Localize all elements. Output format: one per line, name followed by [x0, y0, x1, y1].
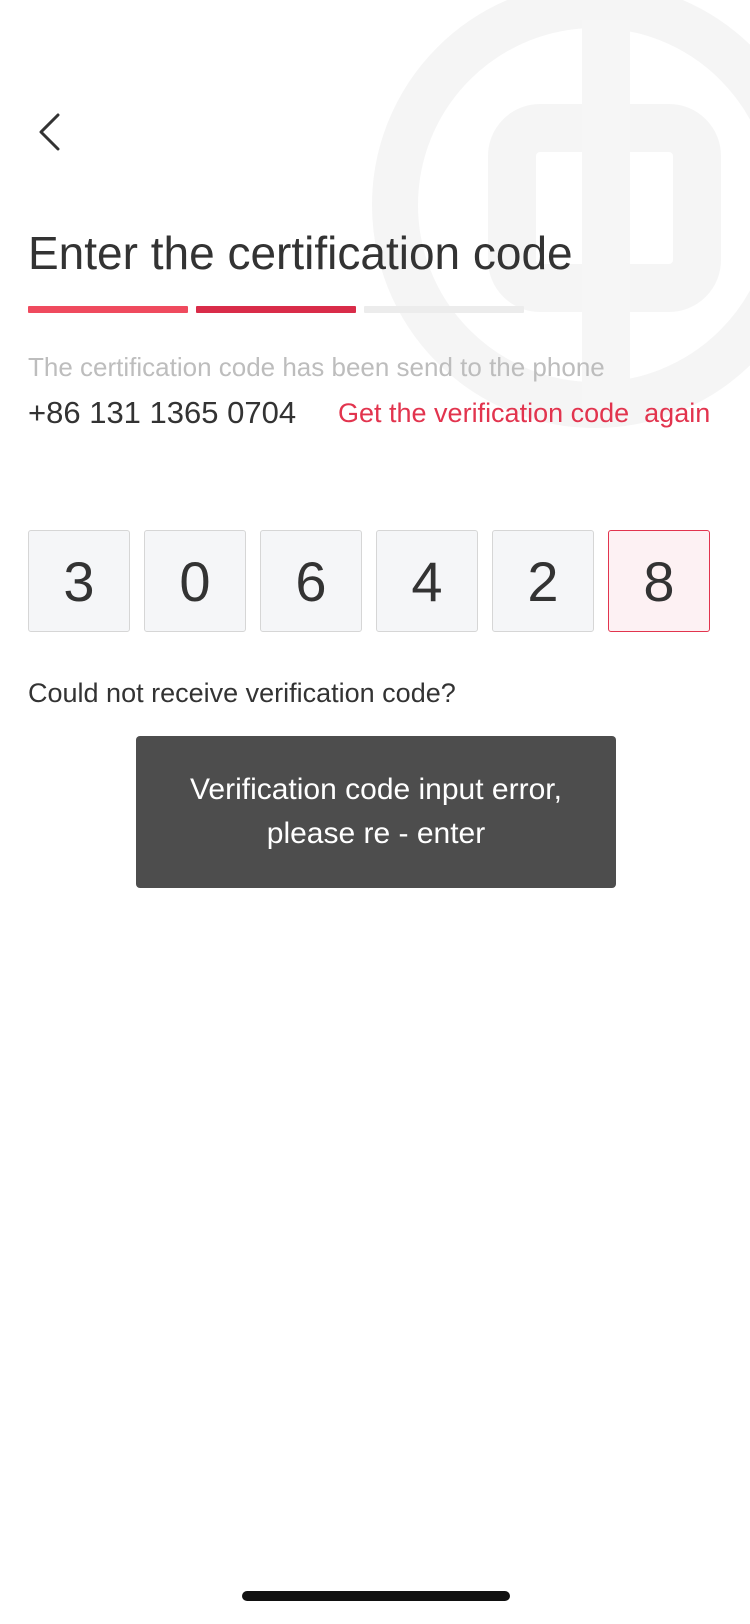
code-digit-box[interactable]: 8	[608, 530, 710, 632]
page-title: Enter the certification code	[28, 227, 573, 279]
code-digit-box[interactable]: 4	[376, 530, 478, 632]
home-indicator	[242, 1591, 510, 1601]
phone-number: +86 131 1365 0704	[28, 395, 297, 430]
code-digit-box[interactable]: 6	[260, 530, 362, 632]
progress-step-1	[28, 306, 188, 313]
chevron-left-icon	[39, 113, 60, 151]
code-input-row: 3 0 6 4 2 8	[28, 530, 710, 632]
code-digit-box[interactable]: 3	[28, 530, 130, 632]
sent-notice: The certification code has been send to …	[28, 352, 605, 382]
progress-step-3	[364, 306, 524, 313]
step-progress	[28, 306, 524, 313]
progress-step-2	[196, 306, 356, 313]
back-button[interactable]	[28, 104, 72, 160]
toast-message: Verification code input error, please re…	[190, 773, 562, 850]
code-digit-box[interactable]: 0	[144, 530, 246, 632]
code-digit-box[interactable]: 2	[492, 530, 594, 632]
no-code-help-link[interactable]: Could not receive verification code?	[28, 678, 456, 709]
resend-code-link[interactable]: Get the verification code again	[338, 398, 710, 429]
watermark-logo-icon	[372, 0, 750, 428]
error-toast: Verification code input error, please re…	[136, 736, 616, 888]
